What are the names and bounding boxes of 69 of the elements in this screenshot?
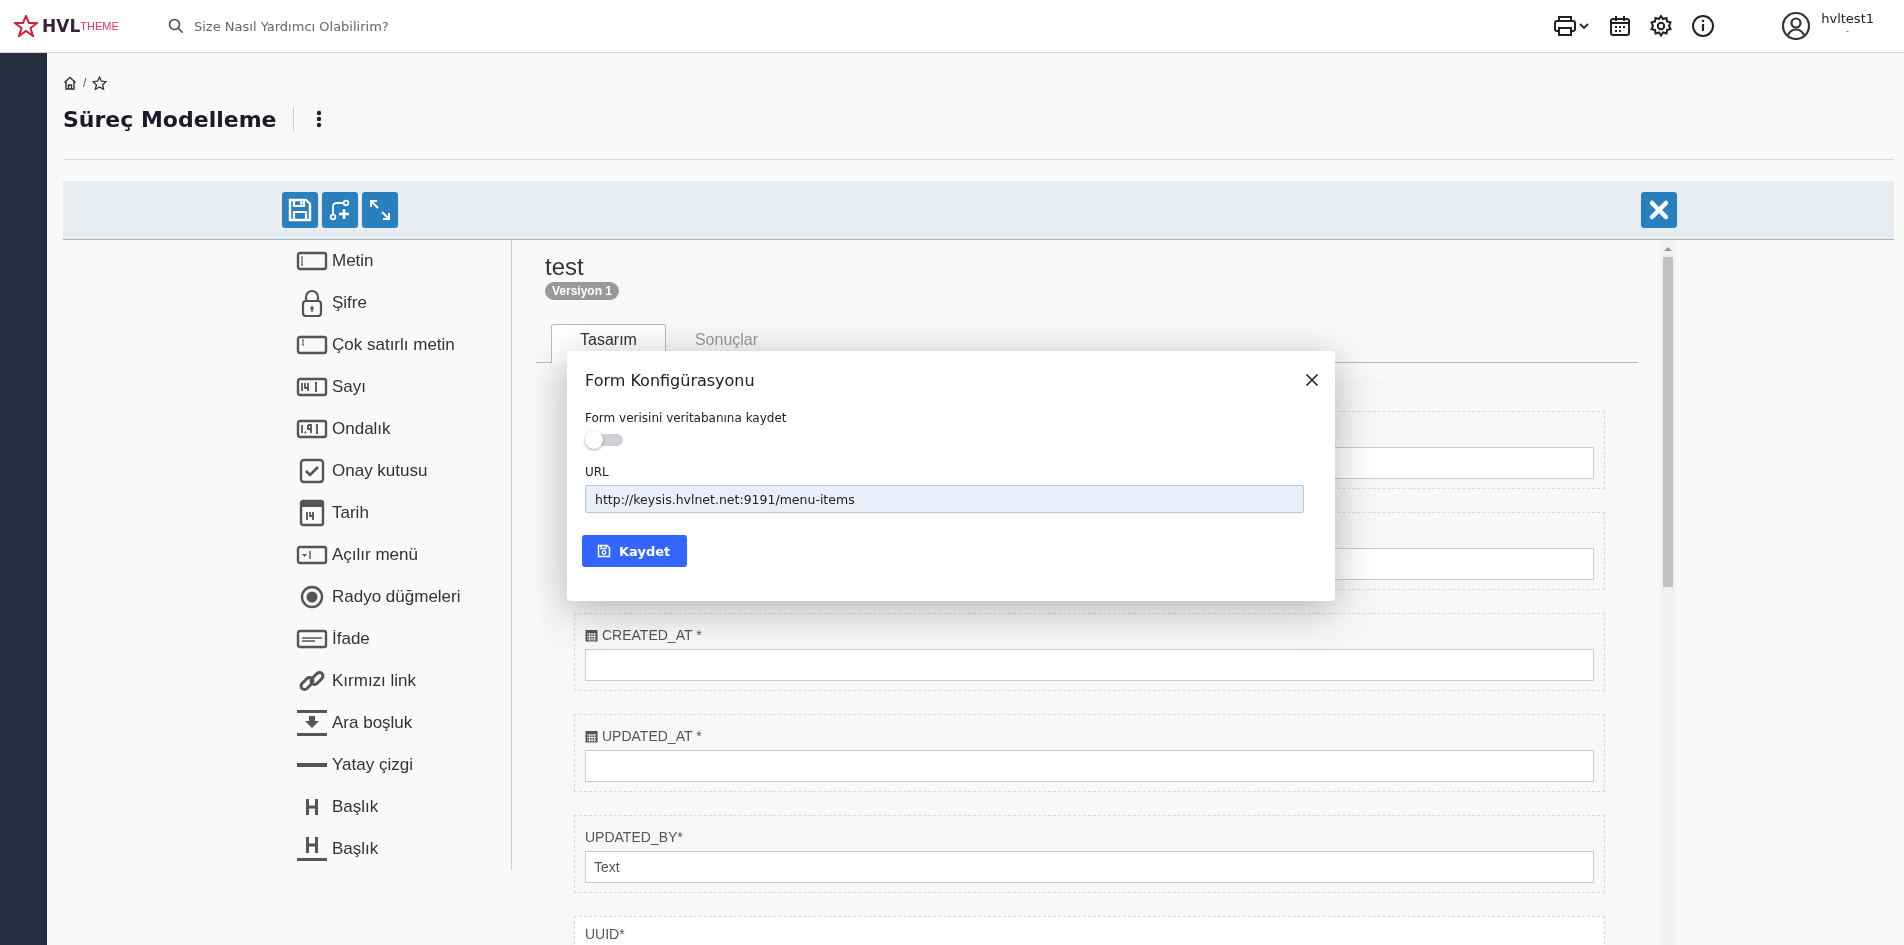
star-icon[interactable] <box>92 75 108 91</box>
toggle-label: Form verisini veritabanına kaydet <box>585 411 788 425</box>
select-field-icon <box>296 543 328 567</box>
star-logo-icon <box>14 15 38 37</box>
search-icon <box>168 18 184 34</box>
palette-item[interactable]: Çok satırlı metin <box>332 335 455 355</box>
settings-icon[interactable] <box>1649 14 1674 38</box>
close-icon <box>1648 199 1670 221</box>
text-input[interactable] <box>585 750 1594 782</box>
toggle-switch[interactable] <box>585 431 623 449</box>
user-name[interactable]: hvltest1 <box>1821 11 1874 26</box>
logo-suffix: THEME <box>80 20 119 32</box>
printer-icon[interactable] <box>1553 15 1592 37</box>
palette-item[interactable]: Yatay çizgi <box>332 755 413 775</box>
calendar-icon <box>585 628 598 642</box>
field-label: CREATED_AT * <box>602 627 702 643</box>
save-button[interactable] <box>282 192 318 228</box>
palette-item[interactable]: İfade <box>332 629 370 649</box>
palette-item[interactable]: Başlık <box>332 839 379 859</box>
paragraph-field-icon <box>296 627 328 651</box>
calendar-icon[interactable] <box>1609 15 1632 37</box>
save-button[interactable]: Kaydet <box>582 535 688 567</box>
decimal-field-icon <box>296 417 328 441</box>
underlined-heading-icon <box>296 835 328 863</box>
field-block[interactable]: UUID* <box>574 916 1605 945</box>
palette-item[interactable]: Ara boşluk <box>332 713 413 733</box>
page-title: Süreç Modelleme <box>63 106 294 132</box>
more-icon[interactable] <box>315 109 322 129</box>
text-field-icon <box>296 249 328 273</box>
dialog-title: Form Konfigürasyonu <box>585 370 755 390</box>
field-block[interactable]: CREATED_AT * <box>574 613 1605 691</box>
breadcrumb-separator: / <box>83 76 87 90</box>
info-icon[interactable] <box>1691 14 1716 38</box>
branch-plus-icon <box>328 198 352 222</box>
palette-item[interactable]: Tarih <box>332 503 369 523</box>
text-input[interactable]: Text <box>585 851 1594 883</box>
form-title: test <box>545 253 585 281</box>
url-label: URL <box>585 465 610 479</box>
number-field-icon <box>296 375 328 399</box>
field-block[interactable]: UPDATED_AT * <box>574 714 1605 792</box>
field-block[interactable]: UPDATED_BY* Text <box>574 815 1605 893</box>
text-input[interactable] <box>585 649 1594 681</box>
palette-item[interactable]: Kırmızı link <box>332 671 417 691</box>
palette-item[interactable]: Başlık <box>332 797 379 817</box>
field-label: UPDATED_AT * <box>602 728 702 744</box>
palette-item[interactable]: Açılır menü <box>332 545 418 565</box>
close-button[interactable] <box>1303 371 1321 389</box>
palette-item[interactable]: Metin <box>332 251 374 271</box>
palette-item[interactable]: Onay kutusu <box>332 461 428 481</box>
version-badge: Versiyon 1 <box>545 282 620 300</box>
calendar-icon <box>585 729 598 743</box>
palette-item[interactable]: Radyo düğmeleri <box>332 587 461 607</box>
expand-button[interactable] <box>362 192 398 228</box>
expand-icon <box>368 198 392 222</box>
field-label: UPDATED_BY* <box>585 829 683 845</box>
user-subtitle: - <box>1845 26 1851 36</box>
url-field[interactable]: http://keysis.hvlnet.net:9191/menu-items <box>585 485 1304 513</box>
palette-item[interactable]: Sayı <box>332 377 367 397</box>
textarea-field-icon <box>296 333 328 357</box>
search-field[interactable]: Size Nasıl Yardımcı Olabilirim? <box>192 17 516 35</box>
home-icon[interactable] <box>63 76 77 90</box>
spacer-icon <box>296 709 328 737</box>
scrollbar[interactable] <box>1660 240 1676 945</box>
palette-item[interactable]: Şifre <box>332 293 367 313</box>
field-label: UUID* <box>585 926 625 942</box>
palette-item[interactable]: Ondalık <box>332 419 391 439</box>
avatar-icon[interactable] <box>1781 11 1812 41</box>
add-connection-button[interactable] <box>322 192 358 228</box>
logo-text: HVL <box>42 16 81 36</box>
